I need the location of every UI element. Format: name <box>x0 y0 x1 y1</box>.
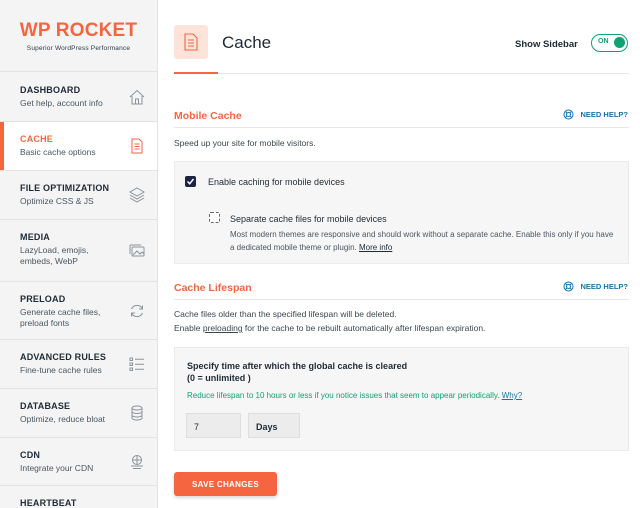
enable-mobile-cache-checkbox[interactable] <box>185 176 196 187</box>
sidebar-item-dashboard[interactable]: DASHBOARD Get help, account info <box>0 73 157 122</box>
sidebar-item-desc: Generate cache files, preload fonts <box>20 307 101 328</box>
cdn-icon <box>131 454 143 469</box>
document-icon <box>131 138 143 154</box>
separate-cache-desc-text: Most modern themes are responsive and sh… <box>230 230 614 252</box>
checkmark-icon <box>186 178 195 185</box>
section-divider <box>174 127 629 128</box>
cache-lifespan-box: Specify time after which the global cach… <box>174 347 629 451</box>
save-changes-button[interactable]: SAVE CHANGES <box>174 472 277 496</box>
images-icon <box>129 244 145 256</box>
sidebar-item-cdn[interactable]: CDN Integrate your CDN <box>0 438 157 486</box>
refresh-icon <box>131 304 143 317</box>
lifespan-desc-post: for the cache to be rebuilt automaticall… <box>244 323 486 333</box>
cache-lifespan-title: Cache Lifespan <box>174 282 252 294</box>
sidebar-item-desc: Integrate your CDN <box>20 463 94 473</box>
page-title: Cache <box>222 33 272 52</box>
lifespan-unit-select[interactable]: Days <box>248 413 300 438</box>
database-icon <box>131 405 143 421</box>
layers-icon <box>128 187 146 203</box>
sidebar-item-desc: Optimize CSS & JS <box>20 196 94 206</box>
sidebar-item-preload[interactable]: PRELOAD Generate cache files, preload fo… <box>0 282 157 340</box>
lifespan-hint: Reduce lifespan to 10 hours or less if y… <box>187 391 522 400</box>
lifespan-field-title: Specify time after which the global cach… <box>187 360 407 384</box>
separate-cache-description: Most modern themes are responsive and sh… <box>230 229 615 254</box>
sidebar-item-media[interactable]: MEDIA LazyLoad, emojis, embeds, WebP <box>0 220 157 282</box>
cache-page-icon <box>174 25 208 59</box>
toggle-knob <box>614 37 625 48</box>
lifespan-hint-text: Reduce lifespan to 10 hours or less if y… <box>187 391 500 400</box>
more-info-link[interactable]: More info <box>359 243 392 252</box>
list-icon <box>129 357 144 371</box>
logo[interactable]: WP ROCKET Superior WordPress Performance <box>0 0 157 72</box>
sidebar-item-desc: Fine-tune cache rules <box>20 365 102 375</box>
need-help-label: NEED HELP? <box>580 110 628 119</box>
logo-rocket-text: ROCKET <box>55 19 138 41</box>
sidebar-item-database[interactable]: DATABASE Optimize, reduce bloat <box>0 389 157 438</box>
sidebar-item-title: HEARTBEAT <box>20 498 77 508</box>
why-link[interactable]: Why? <box>502 391 522 400</box>
mobile-cache-description: Speed up your site for mobile visitors. <box>174 138 316 148</box>
sidebar-item-heartbeat[interactable]: HEARTBEAT <box>0 486 157 508</box>
separate-cache-checkbox[interactable] <box>209 212 220 223</box>
lifespan-field-title-line1: Specify time after which the global cach… <box>187 361 408 371</box>
sidebar-item-advanced-rules[interactable]: ADVANCED RULES Fine-tune cache rules <box>0 340 157 389</box>
sidebar-item-desc: Get help, account info <box>20 98 103 108</box>
home-icon <box>129 89 145 105</box>
sidebar-item-cache[interactable]: CACHE Basic cache options <box>0 122 157 171</box>
sidebar: WP ROCKET Superior WordPress Performance… <box>0 0 158 508</box>
need-help-label: NEED HELP? <box>580 282 628 291</box>
cache-lifespan-help-link[interactable]: NEED HELP? <box>563 281 628 292</box>
header-divider <box>174 73 629 74</box>
header-divider-accent <box>174 72 218 74</box>
lifespan-desc-line1: Cache files older than the specified lif… <box>174 309 397 319</box>
show-sidebar-label: Show Sidebar <box>515 39 578 50</box>
separate-cache-label: Separate cache files for mobile devices <box>230 214 387 224</box>
main-content: Cache Show Sidebar ON Mobile Cache NEED … <box>158 0 640 508</box>
section-divider <box>174 299 629 300</box>
sidebar-item-file-optimization[interactable]: FILE OPTIMIZATION Optimize CSS & JS <box>0 171 157 220</box>
lifebuoy-icon <box>563 109 574 120</box>
toggle-state-label: ON <box>598 38 609 45</box>
lifespan-desc-pre: Enable <box>174 323 201 333</box>
sidebar-item-desc: Optimize, reduce bloat <box>20 414 106 424</box>
mobile-cache-title: Mobile Cache <box>174 110 242 122</box>
enable-mobile-cache-label: Enable caching for mobile devices <box>208 177 345 187</box>
lifebuoy-icon <box>563 281 574 292</box>
lifespan-field-title-line2: (0 = unlimited ) <box>187 373 251 383</box>
cache-lifespan-description: Cache files older than the specified lif… <box>174 307 485 335</box>
lifespan-desc-line2: Enable preloading for the cache to be re… <box>174 321 485 335</box>
mobile-cache-options-box: Enable caching for mobile devices Separa… <box>174 161 629 264</box>
lifespan-value-input[interactable]: 7 <box>186 413 241 438</box>
sidebar-item-title: MEDIA <box>20 232 50 242</box>
mobile-cache-help-link[interactable]: NEED HELP? <box>563 109 628 120</box>
show-sidebar-toggle[interactable]: ON <box>591 34 628 52</box>
logo-tagline: Superior WordPress Performance <box>26 44 131 52</box>
sidebar-item-desc: LazyLoad, emojis, embeds, WebP <box>20 245 89 266</box>
preloading-link[interactable]: preloading <box>203 323 243 333</box>
sidebar-item-desc: Basic cache options <box>20 147 96 157</box>
logo-wp-text: WP <box>19 19 51 41</box>
